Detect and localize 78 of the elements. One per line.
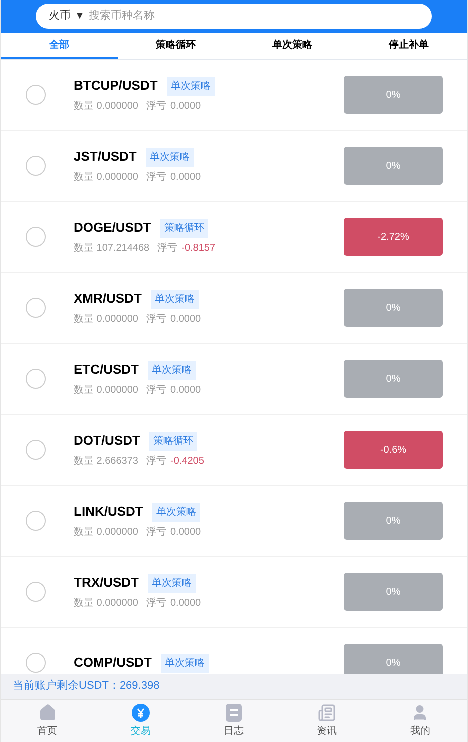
yen-coin-icon — [132, 704, 150, 722]
quantity-text: 数量 0.000000 — [74, 100, 138, 114]
pnl-label: 浮亏 — [146, 170, 166, 185]
pnl-label: 浮亏 — [146, 312, 166, 327]
pair-name: BTCUP/USDT — [74, 77, 158, 96]
pnl-value: 0.0000 — [170, 100, 202, 114]
select-radio[interactable] — [26, 440, 46, 460]
nav-tab[interactable]: 日志 — [187, 700, 281, 742]
select-radio[interactable] — [26, 227, 46, 247]
percent-button[interactable]: 0% — [344, 502, 443, 540]
document-icon — [226, 704, 242, 722]
filter-tab[interactable]: 停止补单 — [350, 33, 467, 59]
percent-button[interactable]: -2.72% — [344, 218, 443, 256]
quantity-text: 数量 0.000000 — [74, 384, 138, 398]
nav-tab[interactable]: 我的 — [374, 700, 467, 742]
pair-name: DOT/USDT — [74, 432, 140, 450]
pnl-value: 0.0000 — [170, 526, 202, 540]
search-field[interactable]: 火币 ▼ 搜索币种名称 — [36, 4, 432, 29]
pnl-value: -0.8157 — [182, 242, 216, 256]
balance-text: 当前账户剩余USDT：269.398 — [13, 678, 160, 694]
quantity-text: 数量 0.000000 — [74, 170, 138, 185]
pnl-label: 浮亏 — [146, 100, 166, 114]
filter-tab[interactable]: 策略循环 — [118, 33, 234, 59]
pair-name: DOGE/USDT — [74, 219, 152, 238]
nav-tab[interactable]: 交易 — [94, 700, 188, 742]
pnl-value: 0.0000 — [170, 312, 202, 327]
select-radio[interactable] — [26, 511, 46, 531]
percent-button[interactable]: -0.6% — [344, 431, 443, 469]
strategy-tag: 单次策略 — [146, 148, 194, 166]
nav-tab[interactable]: 资讯 — [280, 700, 374, 742]
quantity-text: 数量 0.000000 — [74, 596, 138, 611]
caret-icon[interactable]: ▼ — [75, 9, 85, 24]
percent-button[interactable]: 0% — [344, 289, 443, 327]
select-radio[interactable] — [26, 369, 46, 389]
pair-name: TRX/USDT — [74, 574, 139, 592]
pnl-value: 0.0000 — [170, 384, 202, 398]
percent-button[interactable]: 0% — [344, 644, 443, 674]
pair-name: LINK/USDT — [74, 503, 144, 522]
percent-button[interactable]: 0% — [344, 147, 443, 185]
pnl-label: 浮亏 — [146, 454, 166, 469]
quantity-text: 数量 107.214468 — [74, 242, 150, 256]
pair-name: JST/USDT — [74, 148, 137, 166]
strategy-tag: 单次策略 — [166, 76, 215, 96]
strategy-tag: 单次策略 — [161, 654, 209, 672]
pair-name: COMP/USDT — [74, 654, 152, 672]
strategy-tag: 单次策略 — [148, 574, 196, 592]
pnl-label: 浮亏 — [158, 242, 178, 256]
filter-tab[interactable]: 全部 — [1, 33, 118, 59]
strategy-tag: 策略循环 — [149, 432, 198, 450]
select-radio[interactable] — [26, 653, 46, 673]
pnl-value: -0.4205 — [170, 454, 204, 469]
pair-name: ETC/USDT — [74, 361, 139, 380]
newspaper-icon — [318, 704, 336, 722]
strategy-tag: 单次策略 — [150, 290, 199, 308]
pair-name: XMR/USDT — [74, 290, 142, 308]
quantity-text: 数量 0.000000 — [74, 526, 138, 540]
select-radio[interactable] — [26, 582, 46, 602]
search-input[interactable]: 搜索币种名称 — [88, 8, 419, 25]
select-radio[interactable] — [26, 298, 46, 318]
strategy-tag: 单次策略 — [152, 502, 200, 522]
quantity-text: 数量 0.000000 — [74, 312, 138, 327]
quantity-text: 数量 2.666373 — [74, 454, 138, 469]
percent-button[interactable]: 0% — [344, 76, 443, 114]
percent-button[interactable]: 0% — [344, 573, 443, 611]
select-radio[interactable] — [26, 156, 46, 176]
pnl-value: 0.0000 — [170, 170, 202, 185]
nav-tab[interactable]: 首页 — [1, 700, 94, 742]
pnl-value: 0.0000 — [170, 596, 202, 611]
strategy-tag: 策略循环 — [160, 218, 208, 238]
pnl-label: 浮亏 — [146, 384, 166, 398]
filter-tab[interactable]: 单次策略 — [234, 33, 350, 59]
percent-button[interactable]: 0% — [344, 360, 443, 398]
select-radio[interactable] — [26, 85, 46, 105]
strategy-tag: 单次策略 — [148, 360, 196, 380]
pnl-label: 浮亏 — [146, 596, 166, 611]
home-icon — [38, 704, 57, 722]
exchange-selector[interactable]: 火币 — [49, 8, 71, 25]
pnl-label: 浮亏 — [146, 526, 166, 540]
